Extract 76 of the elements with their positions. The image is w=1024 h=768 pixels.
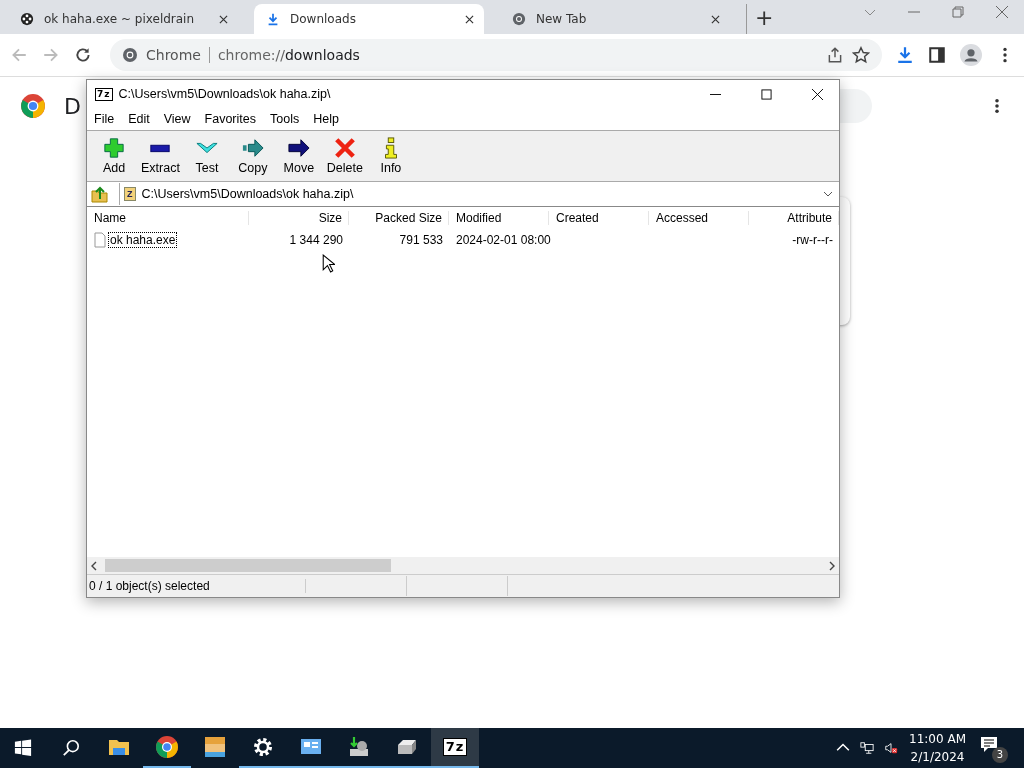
settings-icon (251, 735, 275, 759)
browser-tab[interactable]: New Tab (500, 4, 730, 34)
download-icon (266, 12, 280, 26)
column-header[interactable]: Created (549, 211, 649, 225)
disk-install-icon (347, 735, 371, 759)
mouse-cursor-icon (322, 254, 335, 273)
star-icon[interactable] (852, 46, 870, 64)
toolbar-button[interactable]: Delete (323, 137, 366, 175)
chrome-logo-icon (122, 47, 138, 63)
clock-date: 2/1/2024 (910, 749, 965, 766)
taskbar-app[interactable]: 7z (431, 728, 479, 768)
file-name[interactable]: ok haha.exe (108, 232, 178, 248)
toolbar-button[interactable]: Test (185, 137, 228, 175)
toolbar-button[interactable]: Add (93, 137, 135, 175)
column-header[interactable]: Name (87, 211, 249, 225)
page-heading: D (64, 93, 81, 119)
arrow-icon (287, 137, 310, 159)
network-icon[interactable] (860, 741, 875, 755)
delete-icon (333, 137, 356, 159)
table-cell: 2024-02-01 08:00 (456, 233, 551, 247)
toolbar-button[interactable]: Extract (139, 137, 182, 175)
menu-item[interactable]: File (94, 112, 115, 126)
column-header[interactable]: Accessed (649, 211, 749, 225)
notification-icon[interactable] (980, 735, 998, 753)
restore-icon[interactable] (952, 6, 964, 18)
toolbar-button[interactable]: Copy (231, 137, 274, 175)
file-icon (94, 232, 106, 248)
app-logo: 7z (95, 87, 113, 101)
close-tab-icon[interactable] (219, 14, 228, 24)
toolbar-button[interactable]: Info (369, 137, 412, 175)
menu-item[interactable]: Tools (270, 112, 300, 126)
download-icon[interactable] (896, 46, 914, 64)
scrollbar-thumb[interactable] (105, 559, 391, 572)
menu-item[interactable]: Favorites (204, 112, 256, 126)
menu-icon[interactable] (994, 98, 1000, 114)
table-cell: 1 344 290 (289, 233, 343, 247)
dropdown-caret-icon[interactable] (823, 191, 833, 197)
clock-time: 11:00 AM (909, 731, 966, 748)
url-text: chrome://downloads (217, 47, 360, 63)
arrow-icon (241, 137, 264, 159)
window-title: C:\Users\vm5\Downloads\ok haha.zip\ (118, 87, 331, 101)
column-header[interactable]: Attribute (749, 211, 839, 225)
profile-avatar-icon[interactable] (960, 44, 982, 66)
browser-tab[interactable]: ok haha.exe ~ pixeldrain (8, 4, 238, 34)
menu-item[interactable]: Edit (128, 112, 150, 126)
column-header[interactable]: Packed Size (349, 211, 449, 225)
chrome-logo-icon (512, 12, 526, 26)
menu-item[interactable]: Help (313, 112, 339, 126)
search-field[interactable] (840, 89, 872, 123)
toolbar-button[interactable]: Move (277, 137, 320, 175)
chrome-logo-icon (155, 735, 179, 759)
menu-item[interactable]: View (163, 112, 191, 126)
table-cell: 791 533 (399, 233, 443, 247)
share-icon[interactable] (826, 46, 844, 64)
film-reel-icon (20, 12, 34, 26)
side-panel-icon[interactable] (928, 46, 946, 64)
archive-logo: Z (124, 187, 136, 201)
plus-icon (103, 137, 125, 159)
block-character-icon (203, 735, 227, 759)
close-tab-icon[interactable] (711, 14, 720, 24)
muted-speaker-icon[interactable] (884, 741, 899, 755)
status-text: 0 / 1 object(s) selected (87, 579, 306, 593)
column-header[interactable]: Size (249, 211, 349, 225)
new-tab-button[interactable]: + (746, 4, 782, 34)
close-tab-icon[interactable] (465, 14, 474, 24)
reload-icon[interactable] (74, 46, 92, 64)
chrome-logo-icon (20, 93, 46, 119)
notification-count: 3 (992, 747, 1008, 763)
address-bar[interactable]: Chrome chrome://downloads (110, 39, 882, 71)
site-label: Chrome (146, 47, 201, 63)
browser-tab[interactable]: Downloads (254, 4, 484, 34)
app-logo: 7z (442, 738, 468, 756)
column-header[interactable]: Modified (449, 211, 549, 225)
clock[interactable]: 11:00 AM 2/1/2024 (909, 730, 966, 766)
folder-up-icon[interactable] (91, 185, 109, 203)
table-cell: -rw-r--r- (792, 233, 833, 247)
